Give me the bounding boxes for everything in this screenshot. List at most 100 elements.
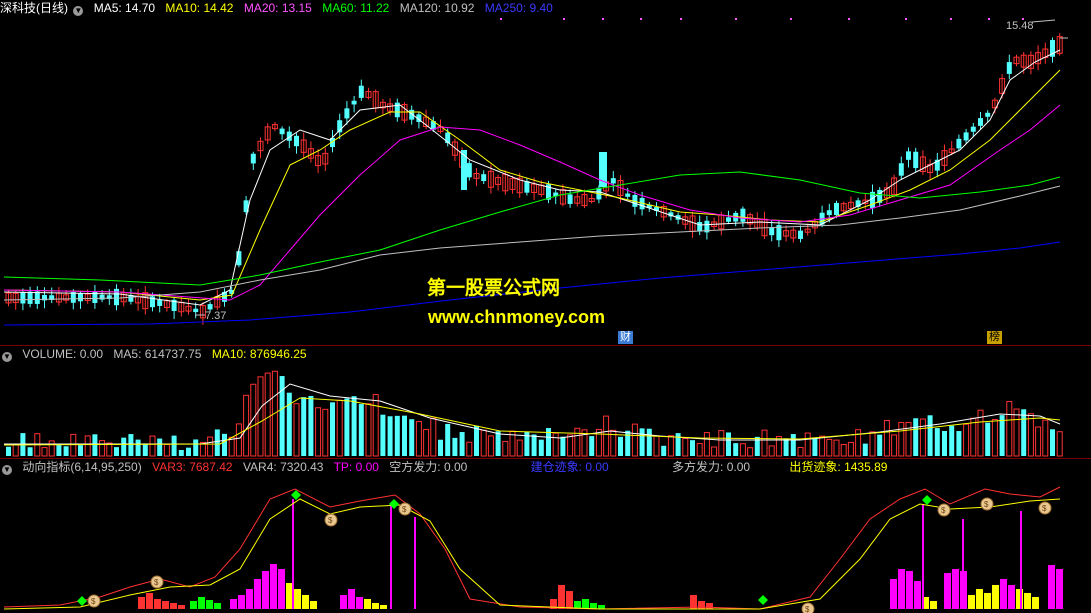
volume-bar-up xyxy=(228,436,235,457)
candle-down xyxy=(193,308,199,313)
indicator-histogram-bar xyxy=(1024,593,1031,609)
candle-down xyxy=(34,291,40,304)
ma5-label: MA5: 14.70 xyxy=(93,1,156,15)
indicator-histogram-bar xyxy=(270,564,277,609)
candle-down xyxy=(207,304,213,310)
volume-bar-up xyxy=(372,394,379,457)
volume-bar-down xyxy=(279,376,285,456)
ma120-label: MA120: 10.92 xyxy=(399,1,475,15)
volume-bar-up xyxy=(163,444,170,457)
money-bag-symbol: $ xyxy=(402,505,407,514)
volume-bar-down xyxy=(877,434,883,456)
volume-bar-up xyxy=(322,408,329,457)
ranking-list-tag[interactable]: 榜 xyxy=(987,331,1002,344)
volume-bar-down xyxy=(783,438,789,456)
volume-bar-down xyxy=(330,402,335,456)
volume-chart[interactable] xyxy=(0,346,1091,458)
volume-bar-down xyxy=(351,396,357,456)
candle-down xyxy=(99,294,105,300)
volume-bar-up xyxy=(804,432,811,457)
volume-bar-down xyxy=(942,430,947,456)
indicator-histogram-bar xyxy=(976,589,983,609)
chevron-down-icon[interactable]: ▼ xyxy=(2,465,12,475)
volume-bar-up xyxy=(250,383,257,457)
indicator-histogram-bar xyxy=(992,585,999,609)
volume-bar-up xyxy=(991,419,998,457)
candle-down xyxy=(481,174,487,182)
volume-bar-down xyxy=(790,434,796,456)
volume-bar-down xyxy=(121,437,127,456)
indicator-histogram-bar xyxy=(582,599,589,609)
volume-bar-up xyxy=(826,438,833,457)
candle-down xyxy=(834,202,839,216)
volume-bar-down xyxy=(286,392,292,456)
volume-bar-down xyxy=(358,404,364,456)
var4-label: VAR4: 7320.43 xyxy=(242,460,324,474)
candle-down xyxy=(466,163,472,178)
signal-dot xyxy=(563,18,565,20)
candle-down xyxy=(1006,62,1012,74)
volume-bar-down xyxy=(690,440,695,456)
indicator-panel[interactable]: ▼ 动向指标(6,14,95,250) VAR3: 7687.42 VAR4: … xyxy=(0,459,1091,613)
signal-dot xyxy=(500,18,502,20)
volume-bar-up xyxy=(718,430,725,457)
volume-bar-up xyxy=(480,429,487,457)
volume-bar-down xyxy=(6,446,11,456)
chevron-down-icon[interactable]: ▼ xyxy=(2,352,12,362)
indicator-histogram-bar xyxy=(214,603,221,609)
candle-down xyxy=(798,230,803,239)
chevron-down-icon[interactable]: ▼ xyxy=(73,6,84,16)
candle-down xyxy=(445,132,451,144)
candle-down xyxy=(970,126,976,132)
indicator-histogram-bar xyxy=(706,603,713,609)
volume-bar-down xyxy=(726,432,731,456)
volume-bar-down xyxy=(733,443,739,456)
indicator-histogram-bar xyxy=(294,589,301,609)
ma10-label: MA10: 14.42 xyxy=(165,1,234,15)
volume-bar-up xyxy=(257,376,264,457)
indicator-chart[interactable]: $ $ $ $ $ $ $ $ xyxy=(0,459,1091,613)
volume-bar-down xyxy=(625,430,631,456)
candle-down xyxy=(524,181,530,193)
volume-bar-up xyxy=(48,440,55,457)
buy-diamond-icon xyxy=(77,596,87,606)
candle-down xyxy=(27,291,33,304)
tp-spike xyxy=(414,517,416,609)
volume-bar-down xyxy=(812,437,818,456)
candle-down xyxy=(20,292,26,304)
high-price-label: 15.48 xyxy=(1006,20,1034,32)
indicator-histogram-bar xyxy=(698,601,705,609)
tp-spike xyxy=(962,519,964,609)
indicator-histogram-bar xyxy=(262,571,269,609)
financial-report-tag[interactable]: 财 xyxy=(618,331,633,344)
candle-down xyxy=(294,135,299,147)
volume-bar-down xyxy=(92,434,98,456)
watermark-title: 第一股票公式网 xyxy=(427,278,561,299)
volume-bar-up xyxy=(775,435,782,457)
volume-bar-down xyxy=(171,435,177,456)
volume-bar-down xyxy=(538,439,544,456)
volume-bar-down xyxy=(214,429,220,456)
candle-down xyxy=(461,150,467,190)
volume-bar-down xyxy=(452,437,458,456)
volume-bar-up xyxy=(574,427,581,457)
indicator-histogram-bar xyxy=(154,599,161,609)
volume-bar-up xyxy=(1006,401,1013,457)
volume-bar-down xyxy=(157,438,163,456)
volume-ma5-label: MA5: 614737.75 xyxy=(113,347,202,361)
volume-bar-up xyxy=(898,421,905,457)
indicator-histogram-bar xyxy=(138,597,145,609)
volume-bar-down xyxy=(474,425,479,456)
volume-bar-up xyxy=(149,435,156,457)
money-bag-symbol: $ xyxy=(984,500,989,509)
volume-bar-down xyxy=(135,439,141,456)
volume-bar-down xyxy=(1050,429,1055,456)
volume-bar-up xyxy=(423,429,430,457)
indicator-histogram-bar xyxy=(230,599,237,609)
volume-bar-up xyxy=(567,434,574,457)
stock-name[interactable]: 深科技 xyxy=(0,1,36,15)
volume-bar-up xyxy=(768,445,775,457)
volume-panel[interactable]: ▼ VOLUME: 0.00 MA5: 614737.75 MA10: 8769… xyxy=(0,346,1091,458)
candle-down xyxy=(279,128,285,135)
signal-dot xyxy=(735,18,737,20)
